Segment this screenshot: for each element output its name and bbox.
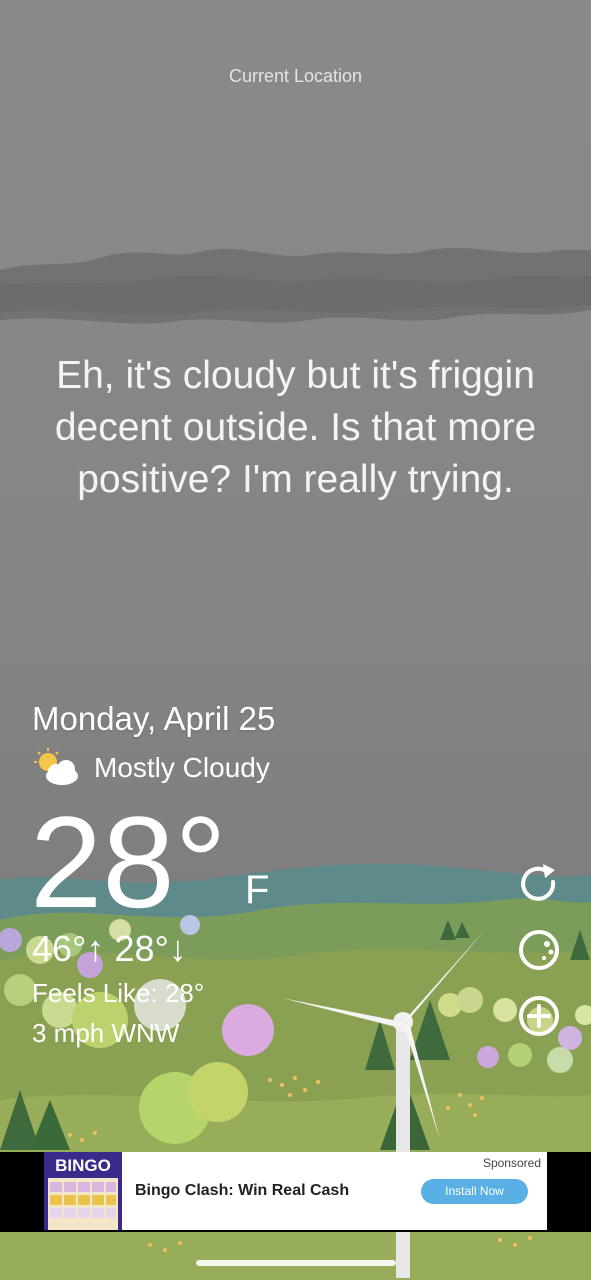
condition-row: Mostly Cloudy bbox=[32, 748, 270, 788]
wind-speed: 3 mph WNW bbox=[32, 1018, 180, 1048]
moon-phase-icon[interactable] bbox=[517, 928, 561, 972]
ad-banner[interactable]: BINGO Sponsored Bingo Clash: Win Real Ca… bbox=[0, 1152, 591, 1232]
ad-sponsored-label: Sponsored bbox=[482, 1156, 541, 1170]
cloud-band bbox=[0, 248, 591, 324]
high-low-temperature: 46°↑ 28°↓ bbox=[32, 928, 187, 969]
date-label: Monday, April 25 bbox=[32, 700, 276, 737]
ad-content[interactable]: BINGO Sponsored Bingo Clash: Win Real Ca… bbox=[44, 1152, 547, 1230]
bingo-card-icon bbox=[48, 1178, 118, 1230]
weather-message: Eh, it's cloudy but it's friggin decent … bbox=[54, 354, 537, 501]
condition-text: Mostly Cloudy bbox=[94, 752, 270, 783]
add-icon[interactable] bbox=[517, 994, 561, 1038]
refresh-icon[interactable] bbox=[517, 862, 561, 906]
current-location-label[interactable]: Current Location bbox=[0, 66, 591, 87]
home-indicator[interactable] bbox=[196, 1260, 396, 1266]
install-now-button[interactable]: Install Now bbox=[421, 1179, 528, 1204]
ad-title[interactable]: Bingo Clash: Win Real Cash bbox=[135, 1182, 349, 1200]
feels-like: Feels Like: 28° bbox=[32, 978, 205, 1008]
temperature-value[interactable]: 28° bbox=[30, 792, 227, 932]
ad-app-logo[interactable]: BINGO bbox=[44, 1152, 122, 1230]
temperature-unit[interactable]: F bbox=[245, 868, 269, 913]
partly-cloudy-icon bbox=[34, 748, 78, 785]
